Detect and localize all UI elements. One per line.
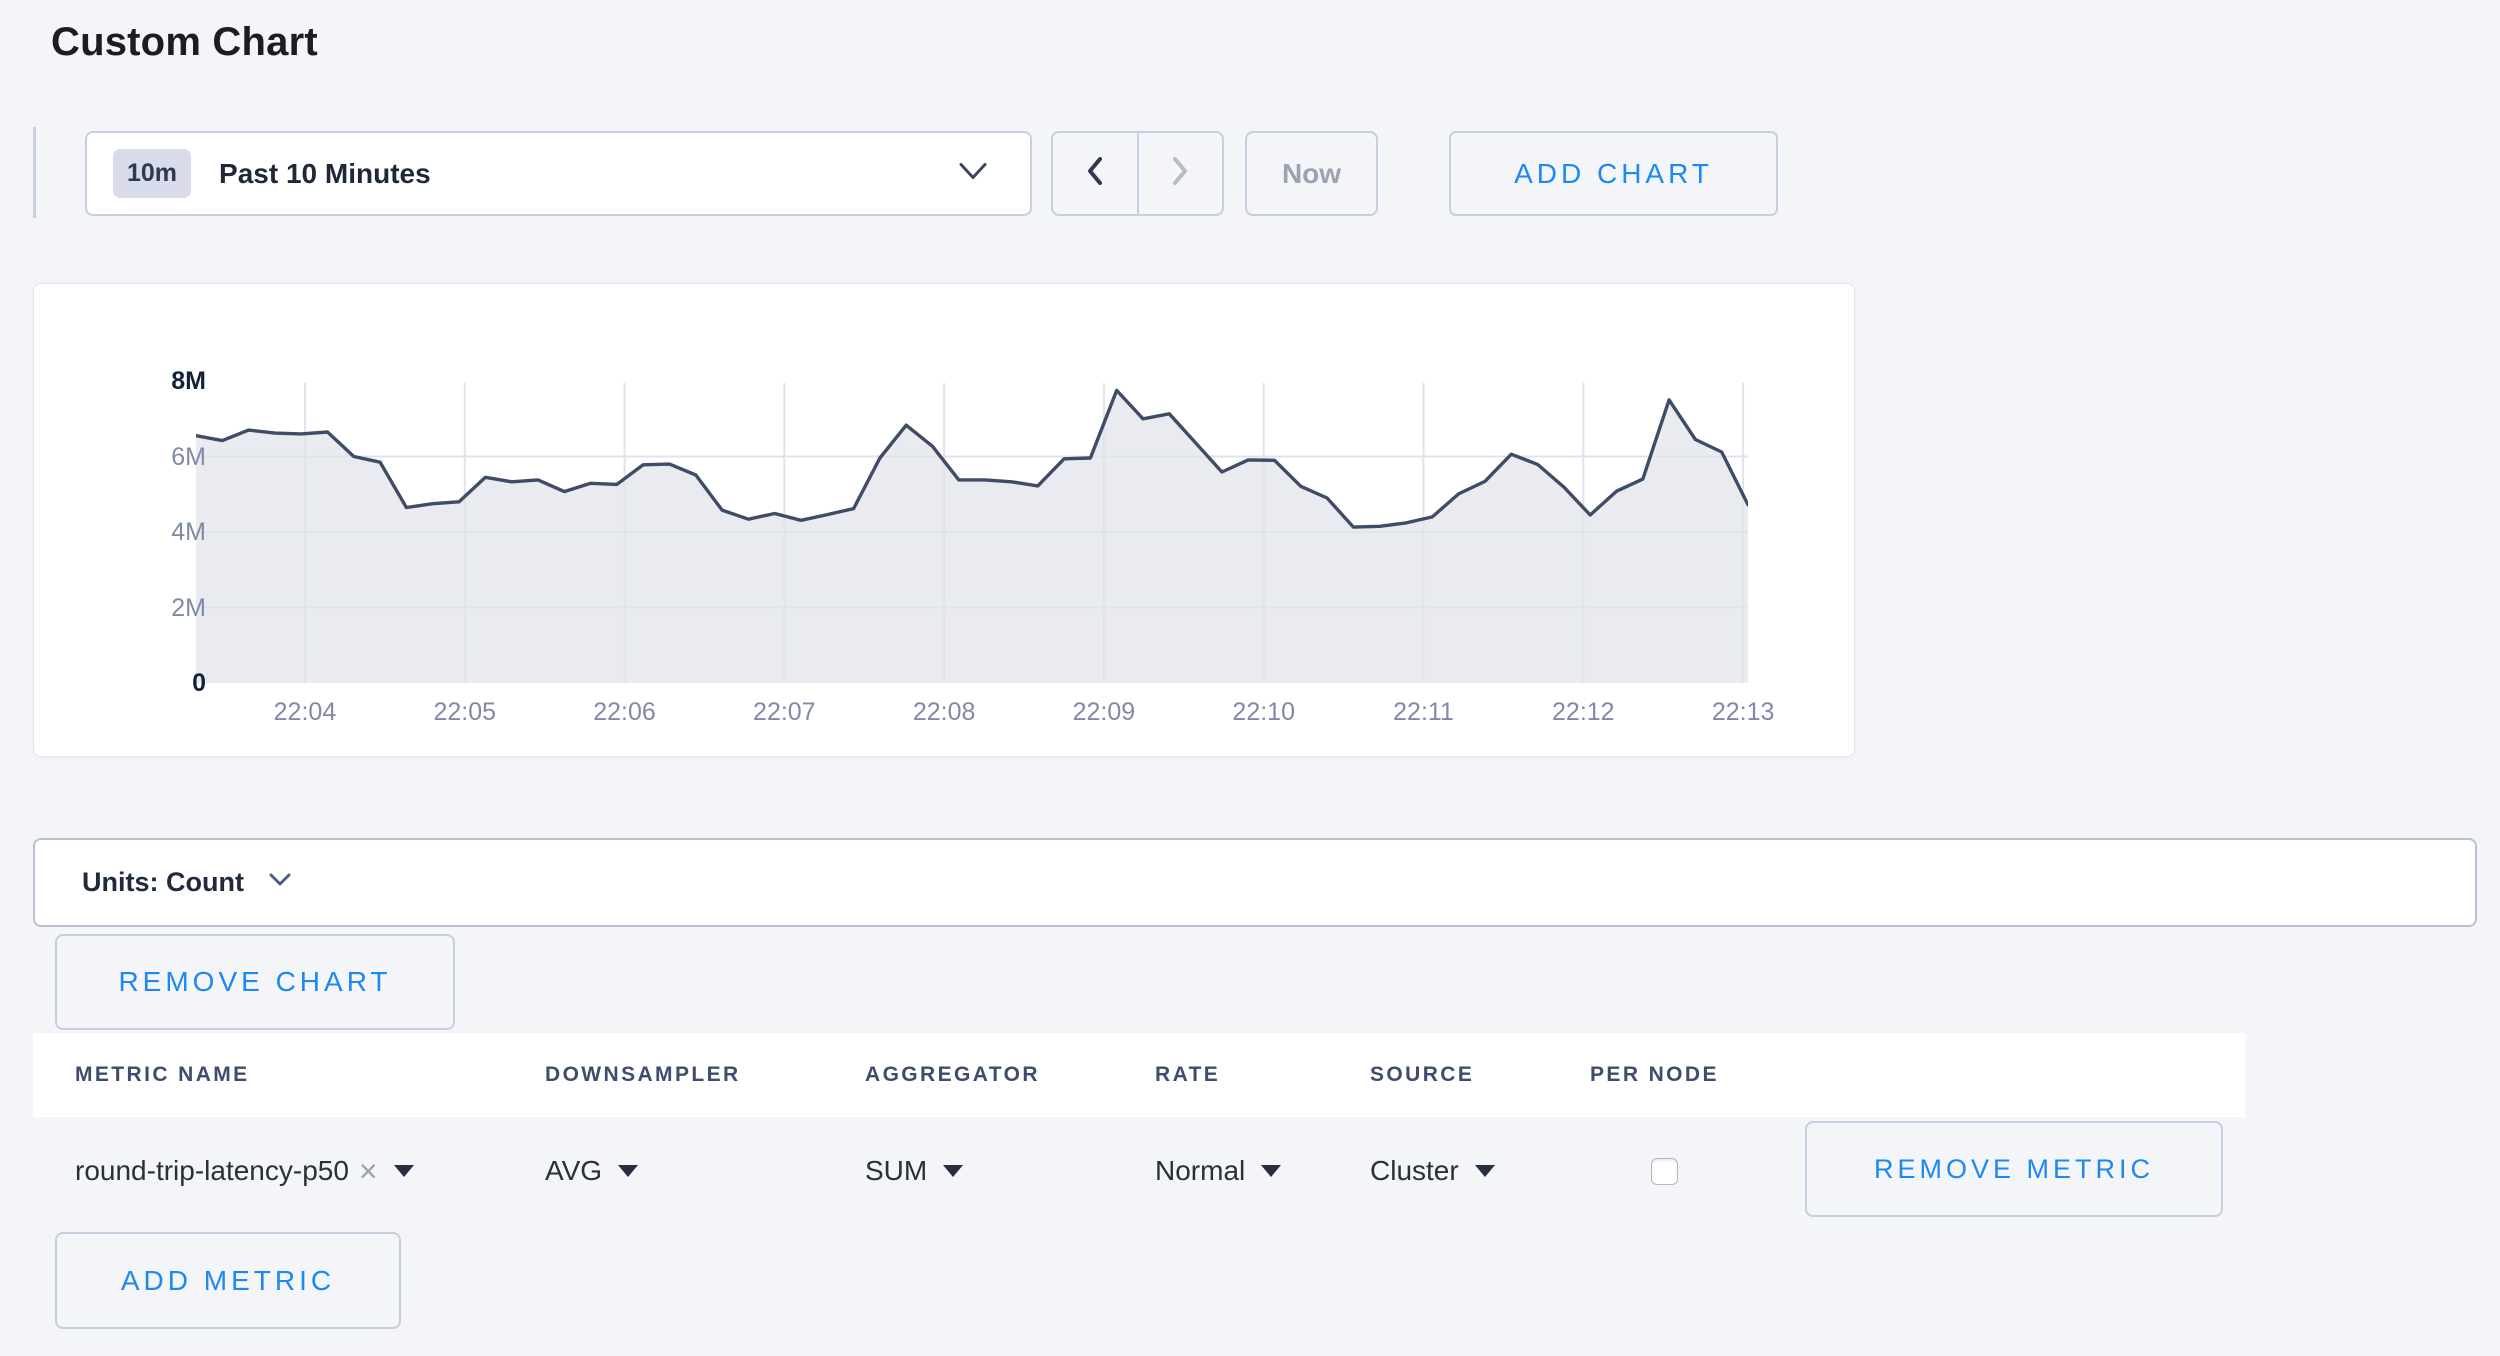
- chevron-left-icon: [1082, 155, 1108, 192]
- time-pager: [1051, 131, 1224, 216]
- y-axis-label: 0: [74, 669, 206, 697]
- now-button[interactable]: Now: [1245, 131, 1378, 216]
- add-chart-button[interactable]: ADD CHART: [1449, 131, 1778, 216]
- y-axis-label: 4M: [74, 518, 206, 546]
- x-axis-label: 22:12: [1552, 698, 1615, 727]
- downsampler-value: AVG: [545, 1155, 602, 1187]
- page-title: Custom Chart: [51, 20, 318, 65]
- y-axis-label: 6M: [74, 443, 206, 471]
- time-window-badge: 10m: [113, 149, 191, 198]
- caret-down-icon: [943, 1165, 963, 1177]
- col-header-source: SOURCE: [1370, 1063, 1590, 1087]
- chevron-down-icon: [958, 161, 988, 186]
- custom-chart-page: Custom Chart 10m Past 10 Minutes Now ADD…: [0, 0, 2500, 1356]
- aggregator-value: SUM: [865, 1155, 927, 1187]
- rate-dropdown[interactable]: Normal: [1155, 1155, 1370, 1187]
- downsampler-dropdown[interactable]: AVG: [545, 1155, 865, 1187]
- aggregator-dropdown[interactable]: SUM: [865, 1155, 1155, 1187]
- rate-value: Normal: [1155, 1155, 1245, 1187]
- remove-tag-icon[interactable]: ×: [359, 1155, 378, 1187]
- x-axis-label: 22:07: [753, 698, 816, 727]
- remove-chart-button[interactable]: REMOVE CHART: [55, 934, 455, 1030]
- col-header-per-node: PER NODE: [1590, 1063, 1810, 1087]
- x-axis-label: 22:13: [1712, 698, 1775, 727]
- per-node-checkbox[interactable]: [1651, 1158, 1678, 1185]
- x-axis-label: 22:09: [1073, 698, 1136, 727]
- x-axis-label: 22:05: [433, 698, 496, 727]
- col-header-aggregator: AGGREGATOR: [865, 1063, 1155, 1087]
- col-header-rate: RATE: [1155, 1063, 1370, 1087]
- time-window-label: Past 10 Minutes: [219, 158, 431, 190]
- metric-name-value: round-trip-latency-p50: [75, 1155, 349, 1187]
- add-metric-button[interactable]: ADD METRIC: [55, 1232, 401, 1329]
- caret-down-icon: [618, 1165, 638, 1177]
- x-axis-label: 22:11: [1393, 698, 1454, 727]
- chevron-down-icon: [268, 872, 292, 893]
- x-axis-label: 22:04: [274, 698, 337, 727]
- x-axis-label: 22:10: [1232, 698, 1295, 727]
- next-time-button[interactable]: [1137, 133, 1223, 214]
- caret-down-icon: [394, 1165, 414, 1177]
- caret-down-icon: [1475, 1165, 1495, 1177]
- source-value: Cluster: [1370, 1155, 1459, 1187]
- x-axis-label: 22:08: [913, 698, 976, 727]
- y-axis-label: 8M: [74, 367, 206, 395]
- chevron-right-icon: [1167, 155, 1193, 192]
- chart-card: 0 2M 4M 6M 8M 22:04 22:05 22:06 22:07 22:08 22:09…: [33, 283, 1855, 757]
- source-dropdown[interactable]: Cluster: [1370, 1155, 1590, 1187]
- metrics-table-header: METRIC NAME DOWNSAMPLER AGGREGATOR RATE …: [33, 1033, 2245, 1117]
- chart-svg: [196, 381, 1748, 683]
- remove-metric-button[interactable]: REMOVE METRIC: [1805, 1121, 2223, 1217]
- caret-down-icon: [1261, 1165, 1281, 1177]
- col-header-downsampler: DOWNSAMPLER: [545, 1063, 865, 1087]
- units-label: Units: Count: [82, 867, 244, 898]
- units-dropdown[interactable]: Units: Count: [33, 838, 2477, 927]
- per-node-cell: [1590, 1158, 1810, 1185]
- y-axis-label: 2M: [74, 594, 206, 622]
- metric-name-dropdown[interactable]: round-trip-latency-p50 ×: [75, 1155, 545, 1187]
- toolbar-accent-divider: [33, 127, 36, 218]
- time-window-dropdown[interactable]: 10m Past 10 Minutes: [85, 131, 1032, 216]
- x-axis-label: 22:06: [593, 698, 656, 727]
- col-header-metric-name: METRIC NAME: [75, 1063, 545, 1087]
- prev-time-button[interactable]: [1053, 133, 1137, 214]
